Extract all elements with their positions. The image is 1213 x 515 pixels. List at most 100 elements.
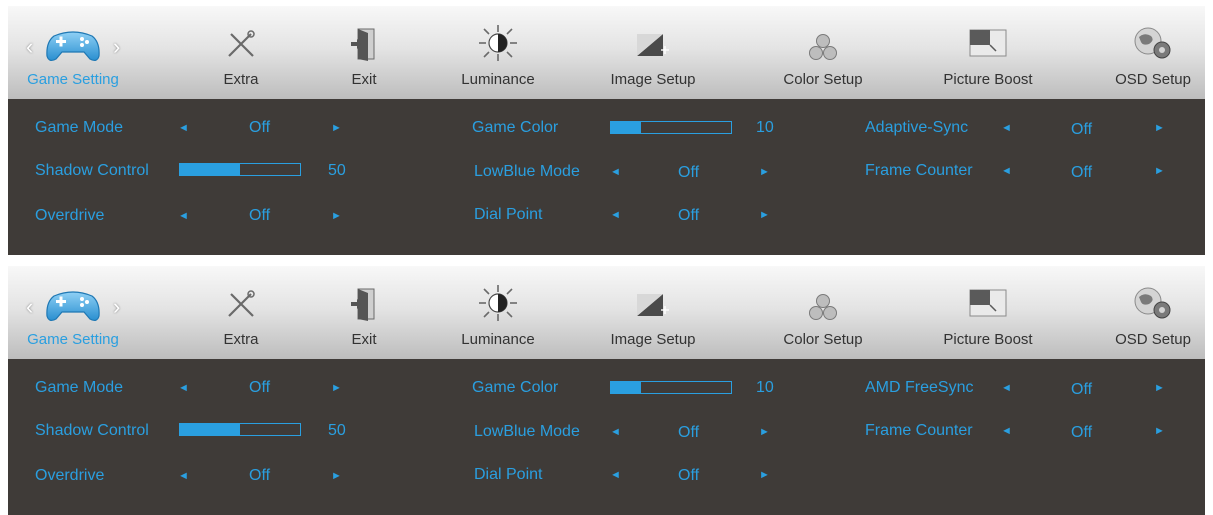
- arrow-left-icon[interactable]: ◄: [1001, 425, 1012, 437]
- arrow-right-icon[interactable]: ►: [759, 209, 770, 221]
- sync-value: Off: [1071, 381, 1093, 398]
- tab-label: Luminance: [461, 71, 535, 88]
- tab-image-setup[interactable]: Image Setup: [598, 6, 708, 99]
- arrow-left-icon[interactable]: ◄: [178, 210, 189, 222]
- gamepad-icon: [46, 291, 100, 322]
- slider-fill: [180, 424, 240, 435]
- tab-color-setup[interactable]: Color Setup: [768, 266, 878, 359]
- overdrive-label: Overdrive: [35, 207, 105, 224]
- game-color-slider[interactable]: [610, 121, 732, 134]
- arrow-right-icon[interactable]: ►: [759, 166, 770, 178]
- arrow-left-icon[interactable]: ◄: [178, 470, 189, 482]
- slider-fill: [180, 164, 240, 175]
- frame-counter-label: Frame Counter: [865, 422, 973, 439]
- arrow-left-icon[interactable]: ◄: [1001, 122, 1012, 134]
- game-color-value: 10: [756, 379, 774, 396]
- osd-setup-icon: [1134, 287, 1171, 319]
- overdrive-label: Overdrive: [35, 467, 105, 484]
- arrow-left-icon[interactable]: ◄: [610, 209, 621, 221]
- tab-label: Image Setup: [610, 331, 696, 348]
- arrow-left-icon[interactable]: ◄: [178, 122, 189, 134]
- shadow-control-slider[interactable]: [179, 423, 301, 436]
- game-mode-label: Game Mode: [35, 379, 124, 396]
- tab-label: Extra: [223, 331, 259, 348]
- arrow-left-icon[interactable]: ◄: [1001, 165, 1012, 177]
- exit-door-icon: [351, 28, 375, 61]
- slider-fill: [611, 382, 641, 393]
- tab-osd-setup[interactable]: OSD Setup: [1103, 266, 1203, 359]
- arrow-right-icon[interactable]: ►: [1154, 425, 1165, 437]
- arrow-right-icon[interactable]: ►: [331, 122, 342, 134]
- tab-image-setup[interactable]: Image Setup: [598, 266, 708, 359]
- chevron-left-icon[interactable]: ‹: [26, 34, 33, 60]
- lowblue-mode-value: Off: [678, 164, 700, 181]
- arrow-left-icon[interactable]: ◄: [1001, 382, 1012, 394]
- shadow-control-value: 50: [328, 162, 346, 179]
- osd-tab-bar: ‹ › Game Setting Extra Exit Luminance Im…: [8, 266, 1205, 359]
- sync-value: Off: [1071, 121, 1093, 138]
- tab-luminance[interactable]: Luminance: [448, 6, 548, 99]
- frame-counter-label: Frame Counter: [865, 162, 973, 179]
- settings-panel: Game Mode ◄ Off ► Shadow Control 50 Over…: [8, 359, 1205, 515]
- shadow-control-label: Shadow Control: [35, 162, 149, 179]
- tab-label: Exit: [351, 71, 377, 88]
- overdrive-value: Off: [249, 207, 271, 224]
- dial-point-label: Dial Point: [474, 206, 543, 223]
- tab-label: Luminance: [461, 331, 535, 348]
- sun-icon: [479, 285, 517, 321]
- tab-luminance[interactable]: Luminance: [448, 266, 548, 359]
- tab-exit[interactable]: Exit: [334, 6, 394, 99]
- dial-point-label: Dial Point: [474, 466, 543, 483]
- tab-label: Game Setting: [27, 71, 119, 88]
- arrow-left-icon[interactable]: ◄: [610, 469, 621, 481]
- chevron-right-icon[interactable]: ›: [113, 294, 120, 320]
- tab-label: Game Setting: [27, 331, 119, 348]
- tab-exit[interactable]: Exit: [334, 266, 394, 359]
- arrow-right-icon[interactable]: ►: [331, 470, 342, 482]
- tab-game-setting[interactable]: ‹ › Game Setting: [8, 6, 138, 99]
- arrow-right-icon[interactable]: ►: [1154, 382, 1165, 394]
- arrow-left-icon[interactable]: ◄: [610, 426, 621, 438]
- tab-label: OSD Setup: [1115, 331, 1191, 348]
- arrow-right-icon[interactable]: ►: [331, 382, 342, 394]
- frame-counter-value: Off: [1071, 164, 1093, 181]
- tab-label: Exit: [351, 331, 377, 348]
- osd-setup-icon: [1134, 27, 1171, 59]
- tab-osd-setup[interactable]: OSD Setup: [1103, 6, 1203, 99]
- chevron-right-icon[interactable]: ›: [113, 34, 120, 60]
- dial-point-value: Off: [678, 467, 700, 484]
- lowblue-mode-label: LowBlue Mode: [474, 163, 580, 180]
- tab-extra[interactable]: Extra: [201, 266, 281, 359]
- osd-menu: ‹ › Game Setting Extra Exit Luminance Im…: [8, 6, 1205, 255]
- arrow-right-icon[interactable]: ►: [1154, 165, 1165, 177]
- tab-game-setting[interactable]: ‹ › Game Setting: [8, 266, 138, 359]
- chevron-left-icon[interactable]: ‹: [26, 294, 33, 320]
- game-color-label: Game Color: [472, 119, 559, 136]
- overdrive-value: Off: [249, 467, 271, 484]
- arrow-left-icon[interactable]: ◄: [178, 382, 189, 394]
- shadow-control-label: Shadow Control: [35, 422, 149, 439]
- dial-point-value: Off: [678, 207, 700, 224]
- arrow-right-icon[interactable]: ►: [759, 426, 770, 438]
- tab-picture-boost[interactable]: Picture Boost: [928, 266, 1048, 359]
- tab-picture-boost[interactable]: Picture Boost: [928, 6, 1048, 99]
- tab-color-setup[interactable]: Color Setup: [768, 6, 878, 99]
- tab-label: Image Setup: [610, 71, 696, 88]
- tab-label: Color Setup: [783, 331, 863, 348]
- sync-label: Adaptive-Sync: [865, 119, 969, 136]
- game-color-slider[interactable]: [610, 381, 732, 394]
- picture-boost-icon: [969, 289, 1007, 317]
- arrow-right-icon[interactable]: ►: [759, 469, 770, 481]
- tab-extra[interactable]: Extra: [201, 6, 281, 99]
- arrow-left-icon[interactable]: ◄: [610, 166, 621, 178]
- lowblue-mode-value: Off: [678, 424, 700, 441]
- shadow-control-slider[interactable]: [179, 163, 301, 176]
- arrow-right-icon[interactable]: ►: [1154, 122, 1165, 134]
- picture-boost-icon: [969, 29, 1007, 57]
- image-setup-icon: [637, 34, 669, 56]
- tab-label: Picture Boost: [943, 331, 1033, 348]
- gamepad-icon: [46, 31, 100, 62]
- lowblue-mode-label: LowBlue Mode: [474, 423, 580, 440]
- arrow-right-icon[interactable]: ►: [331, 210, 342, 222]
- settings-panel: Game Mode ◄ Off ► Shadow Control 50 Over…: [8, 99, 1205, 255]
